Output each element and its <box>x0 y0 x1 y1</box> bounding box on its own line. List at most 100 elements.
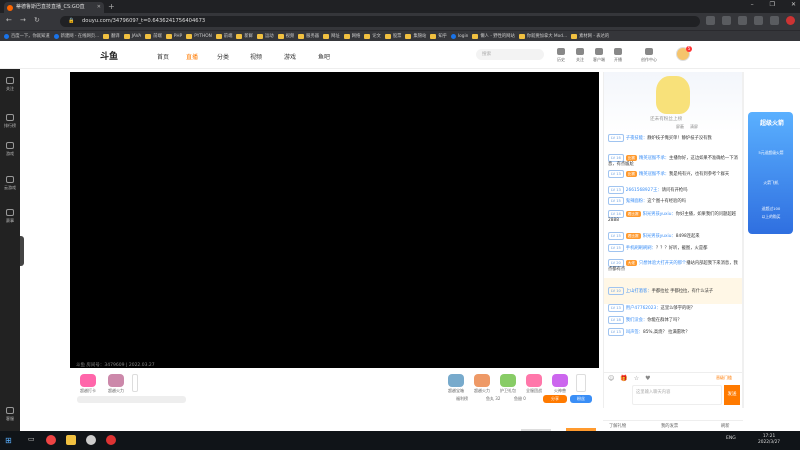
douyu-logo[interactable]: 斗鱼 <box>100 49 118 62</box>
task-view-icon[interactable]: ▭ <box>28 435 35 443</box>
clear-toggle[interactable]: 清屏 <box>690 124 698 130</box>
emoji-icon[interactable]: ☺ <box>608 375 614 382</box>
sidebar-item-cloud-games[interactable]: 云游戏 <box>0 176 20 191</box>
chat-username[interactable]: 鬼辣面粉： <box>626 199 647 204</box>
block-toggle[interactable]: 屏蔽 <box>676 124 684 130</box>
bookmark-item[interactable]: login <box>450 33 468 39</box>
chat-username[interactable]: 精英冠猴不承： <box>639 172 669 177</box>
bookmark-item[interactable]: 前端 <box>215 33 232 39</box>
chat-username[interactable]: 阳光男孩yuxiu： <box>643 234 676 239</box>
rank-threshold-link[interactable]: 晋级门槛 <box>716 375 732 381</box>
app-icon[interactable] <box>106 435 116 445</box>
extension-icon[interactable] <box>754 16 763 25</box>
gift-item-5[interactable]: 火神兽 <box>548 374 572 394</box>
fan-icon[interactable]: ♥ <box>645 375 650 382</box>
bookmark-item[interactable]: 新建网 - 在线网页... <box>53 33 99 39</box>
gift-item-4[interactable]: 全服团战 <box>522 374 546 394</box>
chrome-icon[interactable] <box>46 435 56 445</box>
extension-icon[interactable] <box>722 16 731 25</box>
gift-more-button[interactable] <box>576 374 586 392</box>
gift-item-3[interactable]: 护卫礼包 <box>496 374 520 394</box>
bookmark-item[interactable]: 百度一下，你就知道 <box>4 33 50 39</box>
gift-item-1[interactable]: 超越宝箱 <box>444 374 468 394</box>
bookmark-item[interactable]: 你就要加拿大 Mod... <box>518 33 567 39</box>
bookmark-item[interactable]: PYTHON <box>186 33 212 39</box>
bookmark-item[interactable]: 新鲜 <box>236 33 253 39</box>
chat-scrollbar[interactable] <box>742 72 744 408</box>
bookmark-item[interactable]: 懒人 - 野性的网站 <box>472 33 515 39</box>
sidebar-item-games[interactable]: 游戏 <box>0 142 20 157</box>
bookmark-item[interactable]: 服务器 <box>298 33 319 39</box>
search-input[interactable]: 搜索 <box>476 49 544 60</box>
chat-input[interactable]: 这里输入聊天内容 <box>632 385 722 405</box>
close-window-button[interactable]: ✕ <box>791 1 796 8</box>
windows-start-icon[interactable]: ⊞ <box>5 436 12 445</box>
back-icon[interactable]: ← <box>6 16 12 24</box>
browser-tab[interactable]: 蒂德鲁斯巴直技直播_CS:GO直 ✕ <box>4 2 104 13</box>
welfare-rank[interactable]: 福利榜 <box>456 396 468 402</box>
chat-username[interactable]: 阳光男孩yuxiu： <box>643 212 676 217</box>
follow-button[interactable]: 关注 <box>571 48 589 63</box>
gift-icon[interactable]: 🎁 <box>620 375 627 382</box>
sidebar-toggle[interactable] <box>20 236 24 266</box>
gift-info-link[interactable]: 了解礼物 <box>609 423 626 429</box>
video-player[interactable] <box>70 72 599 368</box>
chat-username[interactable]: 只想体验大打开天的那个 <box>639 261 686 266</box>
chat-username[interactable]: 叫声签： <box>626 330 643 335</box>
sidebar-item-esports[interactable]: 赛事 <box>0 209 20 224</box>
nav-live[interactable]: 直播 <box>186 52 198 61</box>
chat-username[interactable]: 子夜技能： <box>626 136 647 141</box>
extension-icon[interactable] <box>738 16 747 25</box>
broadcast-button[interactable]: 开播 <box>609 48 627 63</box>
nav-fishbar[interactable]: 鱼吧 <box>318 52 330 61</box>
bookmark-item[interactable]: 知乎 <box>430 33 447 39</box>
bookmark-item[interactable]: 股票 <box>384 33 401 39</box>
sidebar-item-support[interactable]: 客服 <box>0 407 20 422</box>
file-explorer-icon[interactable] <box>66 435 76 445</box>
nav-home[interactable]: 首页 <box>157 52 169 61</box>
address-bar[interactable]: 🔒 douyu.com/3479609?_t=0.643624175640467… <box>60 16 700 27</box>
left-gift-2[interactable]: 超越火力 <box>104 374 128 394</box>
new-tab-button[interactable]: + <box>108 2 115 11</box>
client-button[interactable]: 客户端 <box>590 48 608 63</box>
app-icon[interactable] <box>86 435 96 445</box>
bookmark-item[interactable]: 运动 <box>256 33 274 39</box>
clock[interactable]: 17:21 2022/3/27 <box>758 434 780 446</box>
creator-center-button[interactable]: 创作中心 <box>640 48 658 63</box>
nav-video[interactable]: 视频 <box>250 52 262 61</box>
chat-username[interactable]: 2661568927王： <box>626 188 662 193</box>
fans-button[interactable]: 粉丝 <box>570 395 592 403</box>
gift-expand-button[interactable] <box>132 374 138 392</box>
profile-icon[interactable] <box>786 16 795 25</box>
bookmark-item[interactable]: 素材网 - 表达的 <box>571 33 609 39</box>
sidebar-item-follow[interactable]: 关注 <box>0 77 20 92</box>
bookmark-item[interactable]: 论文 <box>364 33 381 39</box>
forward-icon[interactable]: → <box>20 16 26 24</box>
sidebar-item-rank[interactable]: 排行榜 <box>0 114 20 129</box>
chat-username[interactable]: 上山打酒客： <box>626 289 652 294</box>
close-tab-icon[interactable]: ✕ <box>97 2 101 13</box>
extension-icon[interactable] <box>706 16 715 25</box>
left-gift-1[interactable]: 超越打卡 <box>76 374 100 394</box>
bookmark-item[interactable]: 网络 <box>343 33 360 39</box>
my-invoice-link[interactable]: 我的发票 <box>661 423 678 429</box>
chat-username[interactable]: 用户47762023： <box>626 306 661 311</box>
star-icon[interactable]: ☆ <box>634 375 639 382</box>
chat-username[interactable]: 手机刷刷刷刷： <box>626 246 656 251</box>
send-button[interactable]: 发送 <box>724 385 740 405</box>
gift-item-2[interactable]: 超越火力 <box>470 374 494 394</box>
chat-username[interactable]: 精英冠猴不承： <box>639 156 669 161</box>
history-button[interactable]: 历史 <box>552 48 570 63</box>
maximize-button[interactable]: ❐ <box>770 1 775 8</box>
bookmark-item[interactable]: 翻译 <box>103 33 120 39</box>
bookmark-item[interactable]: JAVA <box>123 33 141 39</box>
reload-icon[interactable]: ↻ <box>34 16 40 24</box>
bookmark-item[interactable]: 网址 <box>323 33 340 39</box>
language-indicator[interactable]: ENG <box>726 436 736 441</box>
share-button[interactable]: 分享 <box>543 395 567 403</box>
chat-username[interactable]: 我们没会： <box>626 318 647 323</box>
nav-games[interactable]: 游戏 <box>284 52 296 61</box>
bookmark-item[interactable]: PHP <box>165 33 182 39</box>
extension-icon[interactable] <box>770 16 779 25</box>
bookmark-item[interactable]: 视频 <box>277 33 294 39</box>
